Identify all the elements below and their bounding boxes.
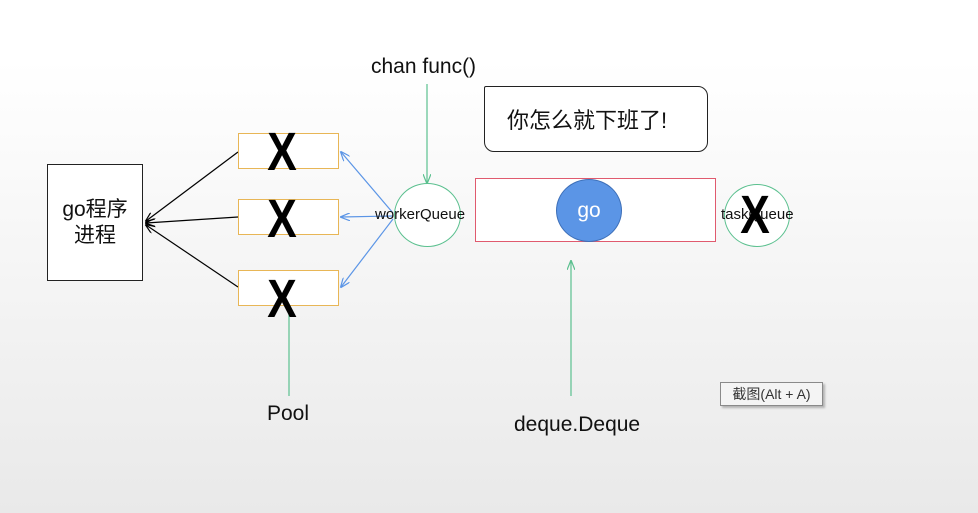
arrow-worker3-to-process <box>146 225 239 288</box>
arrow-queue-to-worker3 <box>341 218 394 287</box>
go-circle: go <box>556 179 622 242</box>
process-label-line2: 进程 <box>73 223 116 247</box>
go-process-box: go程序 进程 <box>47 164 143 281</box>
arrow-worker1-to-process <box>146 151 239 221</box>
worker-2-x-mark: X <box>267 189 297 249</box>
worker-1-x-mark: X <box>267 122 297 182</box>
worker-3-x-mark: X <box>267 269 297 329</box>
speech-bubble-text: 你怎么就下班了! <box>507 108 668 133</box>
chan-func-label: chan func() <box>371 55 477 78</box>
speech-bubble: 你怎么就下班了! <box>484 86 708 152</box>
process-label-line1: go程序 <box>62 197 128 221</box>
arrow-worker2-to-process <box>146 216 239 223</box>
deque-label: deque.Deque <box>514 413 641 436</box>
pool-label: Pool <box>267 402 310 425</box>
arrow-queue-to-worker1 <box>341 152 394 214</box>
task-queue-x-mark: X <box>740 185 770 245</box>
tooltip-text: 截图(Alt + A) <box>732 386 811 402</box>
go-circle-label: go <box>577 198 601 222</box>
worker-queue-label: workerQueue <box>375 206 466 223</box>
screenshot-tooltip: 截图(Alt + A) <box>720 382 823 406</box>
connector-layer <box>0 84 978 396</box>
